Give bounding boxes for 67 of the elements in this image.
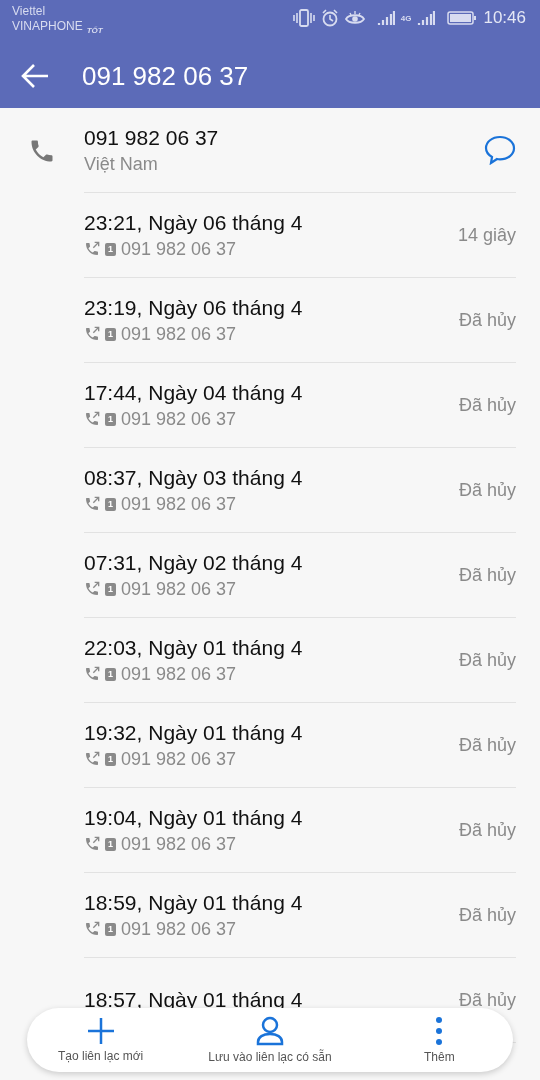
signal-quality: TỐT — [86, 25, 103, 37]
alarm-icon — [320, 9, 339, 27]
call-number: 091 982 06 37 — [121, 663, 237, 685]
outgoing-call-icon — [84, 836, 100, 852]
action-button[interactable]: Tạo liên lạc mới — [27, 1008, 175, 1072]
contact-number: 091 982 06 37 — [84, 125, 220, 150]
call-duration: Đã hủy — [458, 819, 516, 841]
outgoing-call-icon — [84, 751, 100, 767]
call-time: 19:04, Ngày 01 tháng 4 — [84, 805, 304, 830]
sim-badge: 1 — [105, 582, 116, 596]
call-duration: Đã hủy — [458, 649, 516, 671]
contact-region: Việt Nam — [84, 153, 159, 175]
sim-badge: 1 — [105, 922, 116, 936]
outgoing-call-icon — [84, 326, 100, 342]
vibrate-icon — [292, 9, 315, 27]
battery-icon — [447, 10, 478, 26]
sim-badge: 1 — [105, 837, 116, 851]
call-number: 091 982 06 37 — [121, 833, 237, 855]
eye-icon — [344, 10, 365, 26]
sim-badge: 1 — [105, 667, 116, 681]
person-icon — [256, 1016, 284, 1046]
outgoing-call-icon — [84, 411, 100, 427]
call-duration: 14 giây — [457, 224, 516, 246]
plus-icon — [86, 1017, 115, 1045]
sim-badge: 1 — [105, 242, 116, 256]
outgoing-call-icon — [84, 666, 100, 682]
call-number: 091 982 06 37 — [121, 238, 237, 260]
call-time: 08:37, Ngày 03 tháng 4 — [84, 465, 304, 490]
outgoing-call-icon — [84, 496, 100, 512]
message-button[interactable] — [484, 135, 516, 165]
outgoing-call-icon — [84, 921, 100, 937]
call-time: 23:19, Ngày 06 tháng 4 — [84, 295, 304, 320]
call-time: 22:03, Ngày 01 tháng 4 — [84, 635, 304, 660]
call-number: 091 982 06 37 — [121, 493, 237, 515]
outgoing-call-icon — [84, 581, 100, 597]
sim-badge: 1 — [105, 412, 116, 426]
sim-badge: 1 — [105, 327, 116, 341]
page-title: 091 982 06 37 — [82, 60, 249, 92]
outgoing-call-icon — [84, 241, 100, 257]
call-time: 19:32, Ngày 01 tháng 4 — [84, 720, 304, 745]
call-duration: Đã hủy — [458, 309, 516, 331]
call-duration: Đã hủy — [458, 479, 516, 501]
sim-badge: 1 — [105, 497, 116, 511]
call-duration: Đã hủy — [458, 564, 516, 586]
call-number: 091 982 06 37 — [121, 748, 237, 770]
carrier-name: VINAPHONE — [12, 19, 83, 35]
more-icon — [435, 1016, 444, 1046]
call-time: 17:44, Ngày 04 tháng 4 — [84, 380, 304, 405]
call-duration: Đã hủy — [458, 989, 516, 1011]
action-button[interactable]: Lưu vào liên lạc có sẵn — [174, 1008, 366, 1072]
signal-icon — [417, 10, 436, 26]
call-duration: Đã hủy — [458, 904, 516, 926]
carrier-name: Viettel — [12, 4, 47, 19]
clock: 10:46 — [483, 8, 526, 28]
network-type: 4G — [400, 13, 412, 23]
signal-icon — [376, 10, 395, 26]
back-button[interactable] — [20, 63, 50, 89]
call-time: 18:59, Ngày 01 tháng 4 — [84, 890, 304, 915]
call-number: 091 982 06 37 — [121, 578, 237, 600]
call-number: 091 982 06 37 — [121, 323, 237, 345]
call-time: 07:31, Ngày 02 tháng 4 — [84, 550, 304, 575]
call-duration: Đã hủy — [458, 734, 516, 756]
sim-badge: 1 — [105, 752, 116, 766]
call-number: 091 982 06 37 — [121, 918, 237, 940]
call-number: 091 982 06 37 — [121, 408, 237, 430]
call-time: 23:21, Ngày 06 tháng 4 — [84, 210, 304, 235]
call-duration: Đã hủy — [458, 394, 516, 416]
